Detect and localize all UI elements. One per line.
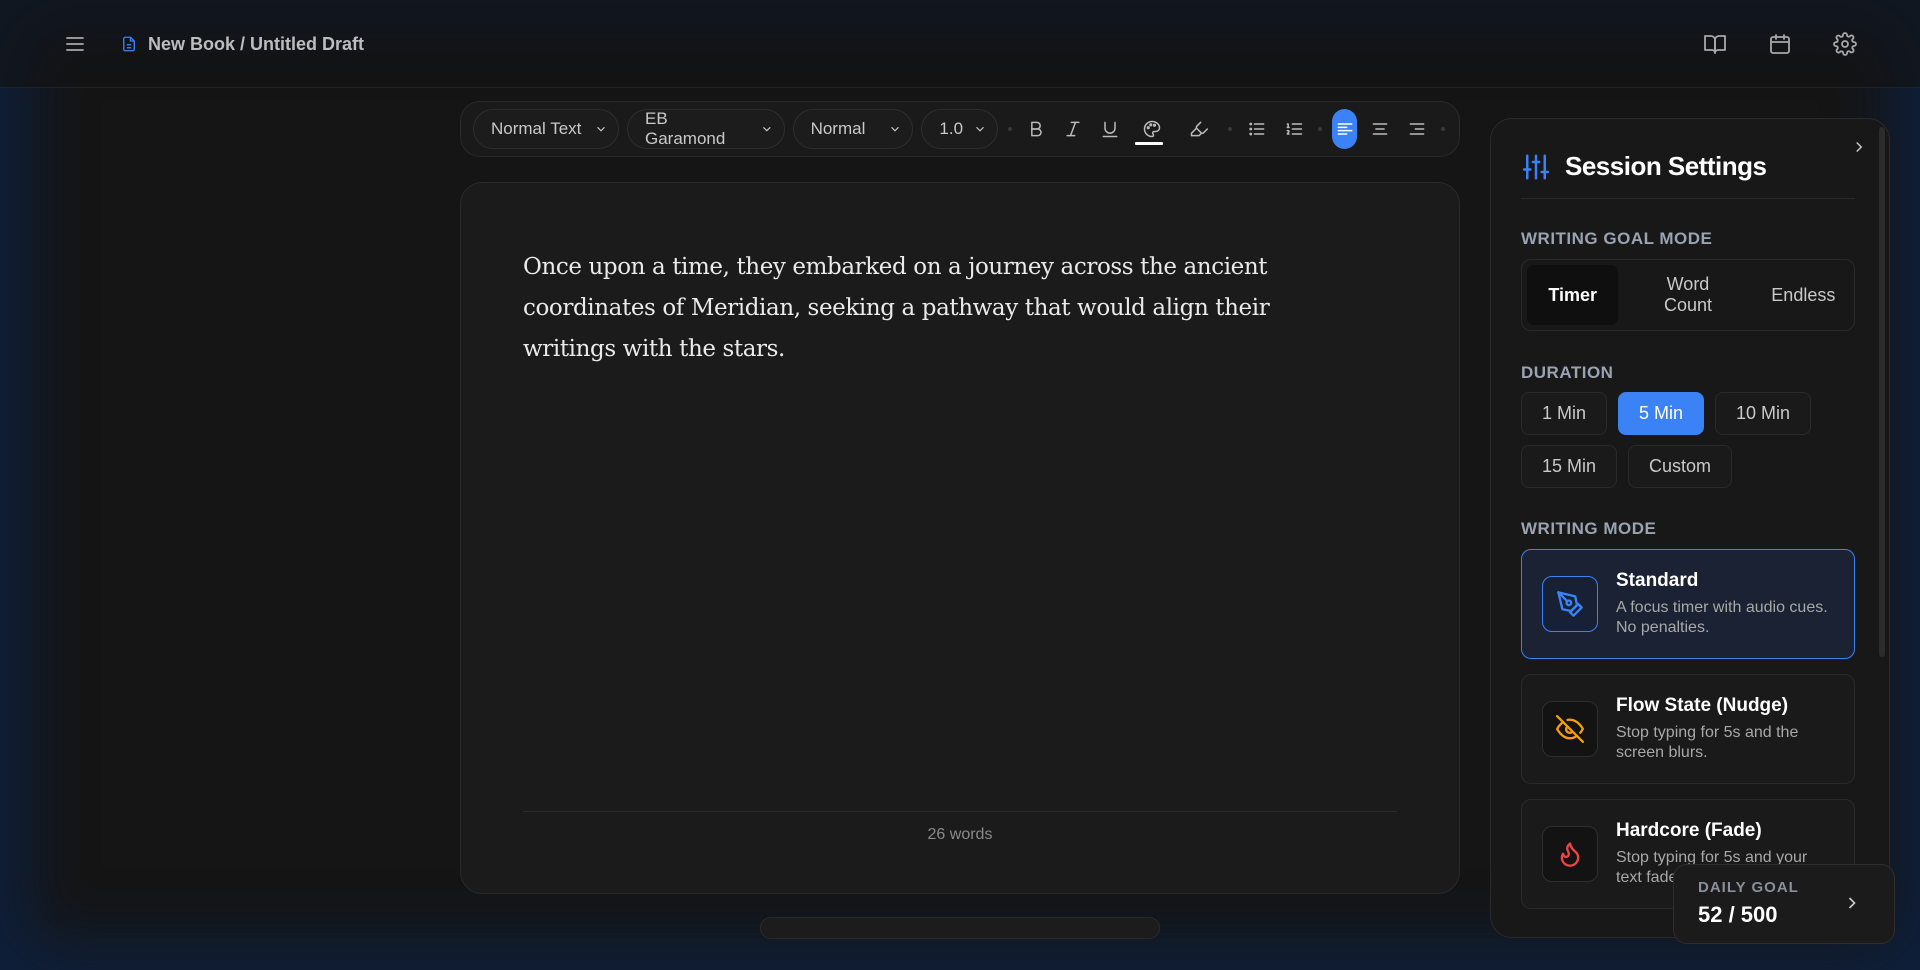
horizontal-scrollbar[interactable] bbox=[760, 917, 1160, 939]
highlighter-icon bbox=[1190, 121, 1208, 137]
numbered-list-icon bbox=[1286, 123, 1302, 135]
flame-icon bbox=[1542, 826, 1598, 882]
editor-divider bbox=[523, 811, 1397, 812]
mode-description: A focus timer with audio cues. No penalt… bbox=[1616, 599, 1828, 636]
align-center-icon bbox=[1372, 123, 1388, 135]
duration-row-1: 1 Min 5 Min 10 Min bbox=[1521, 392, 1861, 435]
align-left-icon bbox=[1337, 123, 1352, 135]
goal-mode-label: WRITING GOAL MODE bbox=[1521, 229, 1713, 248]
font-value: EB Garamond bbox=[644, 109, 726, 148]
bold-button[interactable] bbox=[1022, 109, 1051, 149]
pen-tool-icon bbox=[1542, 576, 1598, 632]
mode-name: Hardcore (Fade) bbox=[1616, 820, 1762, 841]
text-style-select[interactable]: Normal Text bbox=[473, 109, 619, 149]
eye-off-icon bbox=[1542, 701, 1598, 757]
mode-card-standard[interactable]: Standard A focus timer with audio cues. … bbox=[1521, 549, 1855, 659]
goal-mode-endless[interactable]: Endless bbox=[1758, 265, 1849, 325]
align-right-button[interactable] bbox=[1402, 109, 1431, 149]
daily-goal-widget[interactable]: DAILY GOAL 52 / 500 bbox=[1673, 864, 1895, 944]
chevron-down-icon bbox=[597, 126, 605, 132]
italic-button[interactable] bbox=[1059, 109, 1088, 149]
duration-label: DURATION bbox=[1521, 363, 1614, 382]
toolbar-divider bbox=[1441, 127, 1445, 131]
align-center-button[interactable] bbox=[1365, 109, 1394, 149]
toolbar-divider bbox=[1318, 127, 1322, 131]
bullet-list-button[interactable] bbox=[1242, 109, 1271, 149]
duration-row-2: 15 Min Custom bbox=[1521, 445, 1861, 488]
duration-15-min[interactable]: 15 Min bbox=[1521, 445, 1618, 488]
panel-title: Session Settings bbox=[1565, 151, 1767, 181]
session-settings-panel: Session Settings WRITING GOAL MODE Timer… bbox=[1490, 118, 1890, 938]
mode-description: Stop typing for 5s and the screen blurs. bbox=[1616, 724, 1799, 761]
calendar-icon[interactable] bbox=[1760, 24, 1800, 64]
format-toolbar: Normal Text EB Garamond Normal 1.0 bbox=[460, 101, 1460, 157]
numbered-list-button[interactable] bbox=[1279, 109, 1308, 149]
align-left-button[interactable] bbox=[1331, 109, 1358, 149]
book-open-icon[interactable] bbox=[1695, 24, 1735, 64]
sliders-icon bbox=[1522, 154, 1550, 179]
text-color-indicator bbox=[1134, 142, 1163, 145]
mode-name: Standard bbox=[1616, 570, 1699, 591]
underline-button[interactable] bbox=[1096, 109, 1125, 149]
highlight-button[interactable] bbox=[1180, 109, 1219, 149]
editor-content[interactable]: Once upon a time, they embarked on a jou… bbox=[523, 247, 1363, 370]
document-icon bbox=[123, 36, 135, 52]
gear-icon[interactable] bbox=[1825, 24, 1865, 64]
goal-mode-segmented: Timer Word Count Endless bbox=[1521, 259, 1855, 331]
breadcrumb-text: New Book / Untitled Draft bbox=[148, 33, 365, 54]
panel-header: Session Settings bbox=[1521, 147, 1855, 199]
chevron-right-icon bbox=[1848, 897, 1856, 909]
italic-icon bbox=[1066, 121, 1080, 137]
duration-1-min[interactable]: 1 Min bbox=[1521, 392, 1608, 435]
mode-name: Flow State (Nudge) bbox=[1616, 695, 1789, 716]
font-select[interactable]: EB Garamond bbox=[626, 109, 785, 149]
align-right-icon bbox=[1409, 123, 1425, 135]
text-style-value: Normal Text bbox=[491, 119, 582, 138]
editor-card: Once upon a time, they embarked on a jou… bbox=[460, 182, 1460, 894]
duration-10-min[interactable]: 10 Min bbox=[1715, 392, 1812, 435]
duration-custom[interactable]: Custom bbox=[1628, 445, 1733, 488]
chevron-down-icon bbox=[976, 126, 984, 132]
chevron-down-icon bbox=[891, 126, 900, 132]
palette-icon bbox=[1144, 120, 1161, 138]
font-weight-value: Normal bbox=[810, 119, 866, 138]
text-color-button[interactable] bbox=[1133, 109, 1172, 149]
toolbar-divider bbox=[1228, 127, 1233, 131]
font-weight-select[interactable]: Normal bbox=[792, 109, 914, 149]
toolbar-divider bbox=[1008, 127, 1012, 131]
mode-card-flow-state[interactable]: Flow State (Nudge) Stop typing for 5s an… bbox=[1521, 674, 1855, 784]
line-spacing-select[interactable]: 1.0 bbox=[921, 109, 999, 149]
panel-scrollbar[interactable] bbox=[1879, 127, 1885, 657]
menu-icon[interactable] bbox=[55, 24, 95, 64]
underline-icon bbox=[1102, 121, 1118, 138]
goal-mode-word-count[interactable]: Word Count bbox=[1622, 265, 1753, 325]
goal-mode-timer[interactable]: Timer bbox=[1527, 265, 1619, 325]
breadcrumb[interactable]: New Book / Untitled Draft bbox=[120, 30, 364, 58]
chevron-down-icon bbox=[762, 126, 771, 132]
bold-icon bbox=[1031, 121, 1043, 137]
duration-5-min[interactable]: 5 Min bbox=[1618, 392, 1705, 435]
word-count: 26 words bbox=[927, 826, 993, 843]
top-bar: New Book / Untitled Draft bbox=[0, 0, 1920, 88]
writing-mode-label: WRITING MODE bbox=[1521, 519, 1657, 538]
line-spacing-value: 1.0 bbox=[939, 119, 964, 138]
bullet-list-icon bbox=[1248, 122, 1265, 136]
